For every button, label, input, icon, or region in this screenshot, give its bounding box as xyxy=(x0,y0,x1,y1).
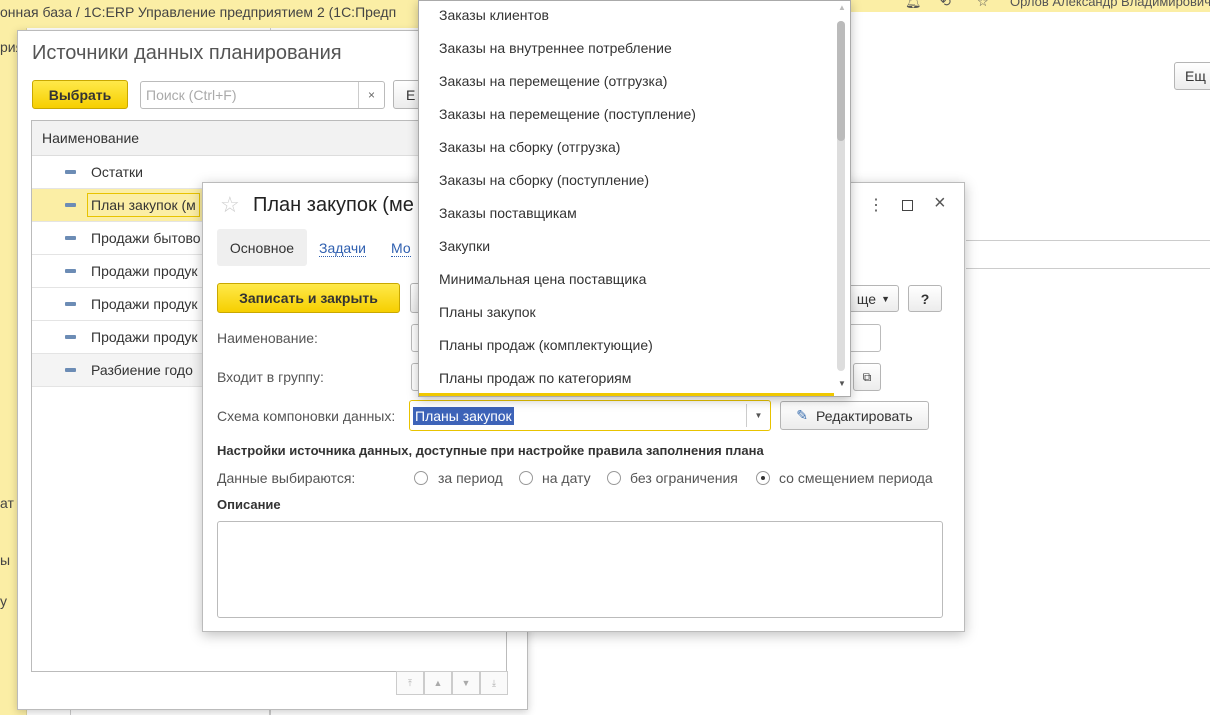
select-button[interactable]: Выбрать xyxy=(32,80,128,109)
dropdown-arrow-icon[interactable]: ▼ xyxy=(746,404,770,427)
dropdown-item[interactable]: Заказы клиентов xyxy=(439,7,549,23)
table-nav: ⤒ ▲ ▼ ⤓ xyxy=(396,671,508,695)
description-textarea[interactable] xyxy=(217,521,943,618)
dropdown-item[interactable]: Закупки xyxy=(439,238,490,254)
dropdown-item[interactable]: Заказы на сборку (поступление) xyxy=(439,172,649,188)
tab-main[interactable]: Основное xyxy=(217,229,307,266)
user-name[interactable]: Орлов Александр Владимирович xyxy=(1010,0,1210,9)
schema-input[interactable]: Планы закупок ▼ xyxy=(409,400,771,431)
dropdown-item[interactable]: Заказы на перемещение (отгрузка) xyxy=(439,73,667,89)
dropdown-item[interactable]: Заказы на внутреннее потребление xyxy=(439,40,672,56)
description-label: Описание xyxy=(217,497,281,512)
up-icon[interactable]: ▲ xyxy=(424,671,452,695)
scrollbar[interactable] xyxy=(837,21,845,371)
search-input[interactable]: Поиск (Ctrl+F) × xyxy=(140,81,385,109)
favorite-star-icon[interactable]: ☆ xyxy=(220,192,240,218)
focus-underline xyxy=(419,393,834,396)
save-and-close-button[interactable]: Записать и закрыть xyxy=(217,283,400,313)
sidebar-item[interactable]: у xyxy=(0,593,7,609)
settings-heading: Настройки источника данных, доступные пр… xyxy=(217,443,764,458)
item-icon xyxy=(65,236,76,240)
user-bar: 🔔︎ ⟲ ☆ Орлов Александр Владимирович xyxy=(880,0,1210,10)
item-icon xyxy=(65,269,76,273)
name-label: Наименование: xyxy=(217,330,318,346)
dropdown-item[interactable]: Заказы на сборку (отгрузка) xyxy=(439,139,620,155)
scrollbar-thumb[interactable] xyxy=(837,21,845,141)
item-icon xyxy=(65,203,76,207)
clear-icon[interactable]: × xyxy=(358,82,384,108)
radio-offset-selected[interactable] xyxy=(756,471,770,485)
sidebar-item[interactable]: ат xyxy=(0,495,14,511)
bell-icon[interactable]: 🔔︎ xyxy=(905,0,922,10)
item-icon xyxy=(65,368,76,372)
window-title: План закупок (ме xyxy=(253,194,414,216)
tab-tasks[interactable]: Задачи xyxy=(319,240,367,257)
dropdown-item[interactable]: Заказы на перемещение (поступление) xyxy=(439,106,696,122)
dropdown-item[interactable]: Планы закупок xyxy=(439,304,536,320)
history-icon[interactable]: ⟲ xyxy=(940,0,951,10)
star-icon[interactable]: ☆ xyxy=(977,0,989,10)
item-icon xyxy=(65,335,76,339)
radio-unlimited[interactable] xyxy=(607,471,621,485)
tab-more[interactable]: Мо xyxy=(391,240,411,257)
schema-label: Схема компоновки данных: xyxy=(217,408,396,424)
more-button-bg[interactable]: Ещ xyxy=(1174,62,1210,90)
sidebar-item[interactable]: ы xyxy=(0,552,10,568)
data-label: Данные выбираются: xyxy=(217,470,356,486)
open-icon[interactable]: ⧉ xyxy=(853,363,881,391)
radio-period[interactable] xyxy=(414,471,428,485)
dropdown-item[interactable]: Планы продаж по категориям xyxy=(439,370,631,386)
schema-dropdown-list: Заказы клиентов Заказы на внутреннее пот… xyxy=(418,0,851,397)
close-icon[interactable]: × xyxy=(934,192,946,215)
group-label: Входит в группу: xyxy=(217,369,324,385)
radio-label: со смещением периода xyxy=(779,470,933,486)
item-icon xyxy=(65,302,76,306)
divider xyxy=(966,240,1210,241)
scroll-up-icon[interactable]: ▲ xyxy=(838,3,846,12)
radio-label: без ограничения xyxy=(630,470,738,486)
edit-wand-icon: ✎ xyxy=(796,407,808,423)
scroll-down-icon[interactable]: ▼ xyxy=(838,379,846,388)
dropdown-item[interactable]: Планы продаж (комплектующие) xyxy=(439,337,653,353)
dropdown-item[interactable]: Заказы поставщикам xyxy=(439,205,577,221)
radio-label: на дату xyxy=(542,470,591,486)
maximize-icon[interactable] xyxy=(902,200,913,211)
down-icon[interactable]: ▼ xyxy=(452,671,480,695)
first-icon[interactable]: ⤒ xyxy=(396,671,424,695)
more-actions-icon[interactable]: ⋮ xyxy=(868,195,884,215)
item-icon xyxy=(65,170,76,174)
help-button[interactable]: ? xyxy=(908,285,942,312)
last-icon[interactable]: ⤓ xyxy=(480,671,508,695)
chevron-down-icon: ▼ xyxy=(881,293,890,304)
radio-label: за период xyxy=(438,470,503,486)
edit-button[interactable]: ✎ Редактировать xyxy=(780,401,929,430)
window-title: Источники данных планирования xyxy=(32,42,342,64)
divider xyxy=(966,268,1210,269)
radio-date[interactable] xyxy=(519,471,533,485)
dropdown-item[interactable]: Минимальная цена поставщика xyxy=(439,271,646,287)
